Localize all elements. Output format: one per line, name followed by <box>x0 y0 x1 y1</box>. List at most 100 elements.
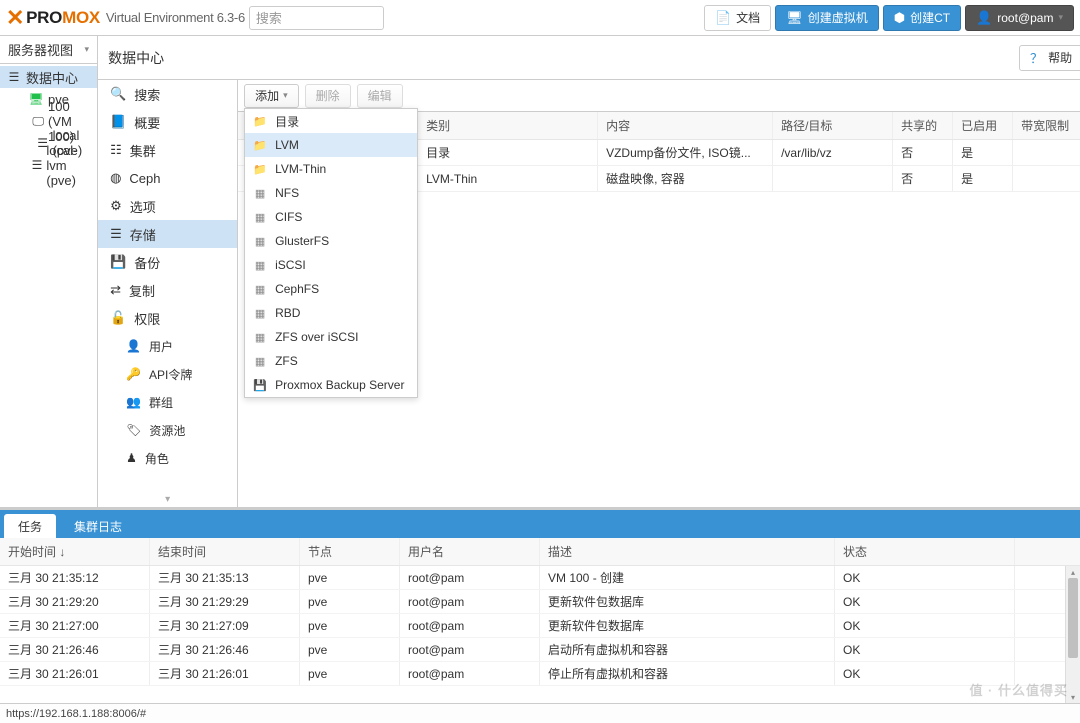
monitor-icon: 🖵 <box>32 113 44 129</box>
nav-cluster[interactable]: ☷集群 <box>98 136 237 164</box>
add-rbd[interactable]: ▦RBD <box>245 301 417 325</box>
user-menu-button[interactable]: 👤root@pam ▾ <box>965 5 1074 31</box>
storage-panel: 添加 ▾ 删除 编辑 📁目录 📁LVM 📁LVM-Thin ▦NFS ▦CIFS… <box>238 80 1080 507</box>
nav-label: 资源池 <box>149 422 185 439</box>
folder-icon: 📁 <box>253 138 267 152</box>
resource-tree: ☰ 数据中心 🖥 pve 🖵 100 (VM 100) ☰ local (pve… <box>0 64 97 507</box>
nav-label: 存储 <box>130 225 156 244</box>
disk-icon: ☰ <box>32 157 43 173</box>
add-zfs[interactable]: ▦ ZFS <box>245 349 417 373</box>
col-type[interactable]: 类别 <box>418 112 598 139</box>
dd-label: iSCSI <box>275 258 306 272</box>
dd-label: CIFS <box>275 210 302 224</box>
col-end[interactable]: 结束时间 <box>150 538 300 565</box>
table-row[interactable]: 三月 30 21:26:46三月 30 21:26:46pveroot@pam启… <box>0 638 1080 662</box>
folder-icon: 📁 <box>253 114 267 128</box>
cube-icon: ⬢ <box>894 10 905 26</box>
tree-storage-local-lvm[interactable]: ☰ local-lvm (pve) <box>0 154 97 176</box>
table-row[interactable]: 三月 30 21:29:20三月 30 21:29:29pveroot@pam更… <box>0 590 1080 614</box>
log-scrollbar[interactable]: ▴ ▾ <box>1065 566 1080 703</box>
nav-label: 集群 <box>130 141 156 160</box>
nav-permissions[interactable]: 🔓权限 <box>98 304 237 332</box>
nav-groups[interactable]: 👥群组 <box>98 388 237 416</box>
tree-datacenter[interactable]: ☰ 数据中心 <box>0 66 97 88</box>
main-area: 服务器视图 ▾ ☰ 数据中心 🖥 pve 🖵 100 (VM 100) ☰ lo… <box>0 36 1080 507</box>
tab-tasks[interactable]: 任务 <box>4 514 56 538</box>
edit-storage-button[interactable]: 编辑 <box>357 84 403 108</box>
table-row[interactable]: 三月 30 21:27:00三月 30 21:27:09pveroot@pam更… <box>0 614 1080 638</box>
col-node[interactable]: 节点 <box>300 538 400 565</box>
col-content[interactable]: 内容 <box>598 112 773 139</box>
building-icon: ▦ <box>253 354 267 368</box>
add-directory[interactable]: 📁目录 <box>245 109 417 133</box>
create-ct-button[interactable]: ⬢创建CT <box>883 5 961 31</box>
add-nfs[interactable]: ▦NFS <box>245 181 417 205</box>
col-desc[interactable]: 描述 <box>540 538 835 565</box>
nav-scroll-down-icon[interactable]: ▾ <box>98 494 237 505</box>
view-selector-label: 服务器视图 <box>8 40 73 59</box>
tag-icon: 🏷 <box>126 423 141 437</box>
nav-roles[interactable]: ♟ 角色 <box>98 444 237 472</box>
add-lvm[interactable]: 📁LVM <box>245 133 417 157</box>
resource-tree-sidebar: 服务器视图 ▾ ☰ 数据中心 🖥 pve 🖵 100 (VM 100) ☰ lo… <box>0 36 98 507</box>
top-bar: ✕ PROMOX Virtual Environment 6.3-6 搜索 📄文… <box>0 0 1080 36</box>
add-cephfs[interactable]: ▦CephFS <box>245 277 417 301</box>
docs-button[interactable]: 📄文档 <box>704 5 771 31</box>
dd-label: NFS <box>275 186 299 200</box>
building-icon: ▦ <box>253 330 267 344</box>
role-icon: ♟ <box>126 451 137 465</box>
nav-label: 备份 <box>134 253 160 272</box>
nav-replication[interactable]: ⇄复制 <box>98 276 237 304</box>
tab-cluster-log[interactable]: 集群日志 <box>60 514 136 538</box>
dd-label: GlusterFS <box>275 234 329 248</box>
col-bwlimit[interactable]: 带宽限制 <box>1013 112 1080 139</box>
inner-split: 🔍搜索 📘概要 ☷集群 ◍Ceph ⚙选项 ☰存储 💾备份 ⇄复制 🔓权限 👤用… <box>98 80 1080 507</box>
create-vm-button[interactable]: 🖥创建虚拟机 <box>775 5 879 31</box>
nav-storage[interactable]: ☰存储 <box>98 220 237 248</box>
nav-api-tokens[interactable]: 🔑API令牌 <box>98 360 237 388</box>
nav-summary[interactable]: 📘概要 <box>98 108 237 136</box>
col-status[interactable]: 状态 <box>835 538 1015 565</box>
add-lvm-thin[interactable]: 📁LVM-Thin <box>245 157 417 181</box>
users-icon: 👥 <box>126 395 141 409</box>
nav-label: 搜索 <box>134 85 160 104</box>
unlock-icon: 🔓 <box>110 310 126 326</box>
status-url: https://192.168.1.188:8006/# <box>6 708 146 720</box>
add-proxmox-backup[interactable]: 💾Proxmox Backup Server <box>245 373 417 397</box>
nav-ceph[interactable]: ◍Ceph <box>98 164 237 192</box>
global-search-input[interactable]: 搜索 <box>249 6 384 30</box>
table-row[interactable]: 三月 30 21:26:01三月 30 21:26:01pveroot@pam停… <box>0 662 1080 686</box>
add-zfs-iscsi[interactable]: ▦ZFS over iSCSI <box>245 325 417 349</box>
nav-pools[interactable]: 🏷 资源池 <box>98 416 237 444</box>
col-path[interactable]: 路径/目标 <box>773 112 893 139</box>
log-grid-header: 开始时间 ↓ 结束时间 节点 用户名 描述 状态 <box>0 538 1080 566</box>
add-storage-button[interactable]: 添加 ▾ <box>244 84 299 108</box>
remove-storage-button[interactable]: 删除 <box>305 84 351 108</box>
help-button[interactable]: ？帮助 <box>1019 45 1080 71</box>
nav-label: 用户 <box>149 338 173 355</box>
nav-label: 角色 <box>145 450 169 467</box>
nav-backup[interactable]: 💾备份 <box>98 248 237 276</box>
nav-search[interactable]: 🔍搜索 <box>98 80 237 108</box>
nav-label: 复制 <box>129 281 155 300</box>
scroll-down-icon[interactable]: ▾ <box>1066 691 1080 703</box>
col-enabled[interactable]: 已启用 <box>953 112 1013 139</box>
scroll-up-icon[interactable]: ▴ <box>1066 566 1080 578</box>
table-row[interactable]: 三月 30 21:35:12三月 30 21:35:13pveroot@pamV… <box>0 566 1080 590</box>
dd-label: ZFS <box>275 354 298 368</box>
col-start[interactable]: 开始时间 ↓ <box>0 538 150 565</box>
view-selector[interactable]: 服务器视图 ▾ <box>0 36 97 64</box>
add-glusterfs[interactable]: ▦GlusterFS <box>245 229 417 253</box>
scroll-thumb[interactable] <box>1068 578 1078 658</box>
add-cifs[interactable]: ▦CIFS <box>245 205 417 229</box>
nav-label: 选项 <box>130 197 156 216</box>
nav-options[interactable]: ⚙选项 <box>98 192 237 220</box>
col-user[interactable]: 用户名 <box>400 538 540 565</box>
chevron-down-icon: ▾ <box>85 44 90 55</box>
config-nav: 🔍搜索 📘概要 ☷集群 ◍Ceph ⚙选项 ☰存储 💾备份 ⇄复制 🔓权限 👤用… <box>98 80 238 507</box>
nav-users[interactable]: 👤用户 <box>98 332 237 360</box>
col-shared[interactable]: 共享的 <box>893 112 953 139</box>
add-iscsi[interactable]: ▦iSCSI <box>245 253 417 277</box>
dd-label: Proxmox Backup Server <box>275 378 404 392</box>
add-storage-menu: 📁目录 📁LVM 📁LVM-Thin ▦NFS ▦CIFS ▦GlusterFS… <box>244 108 418 398</box>
